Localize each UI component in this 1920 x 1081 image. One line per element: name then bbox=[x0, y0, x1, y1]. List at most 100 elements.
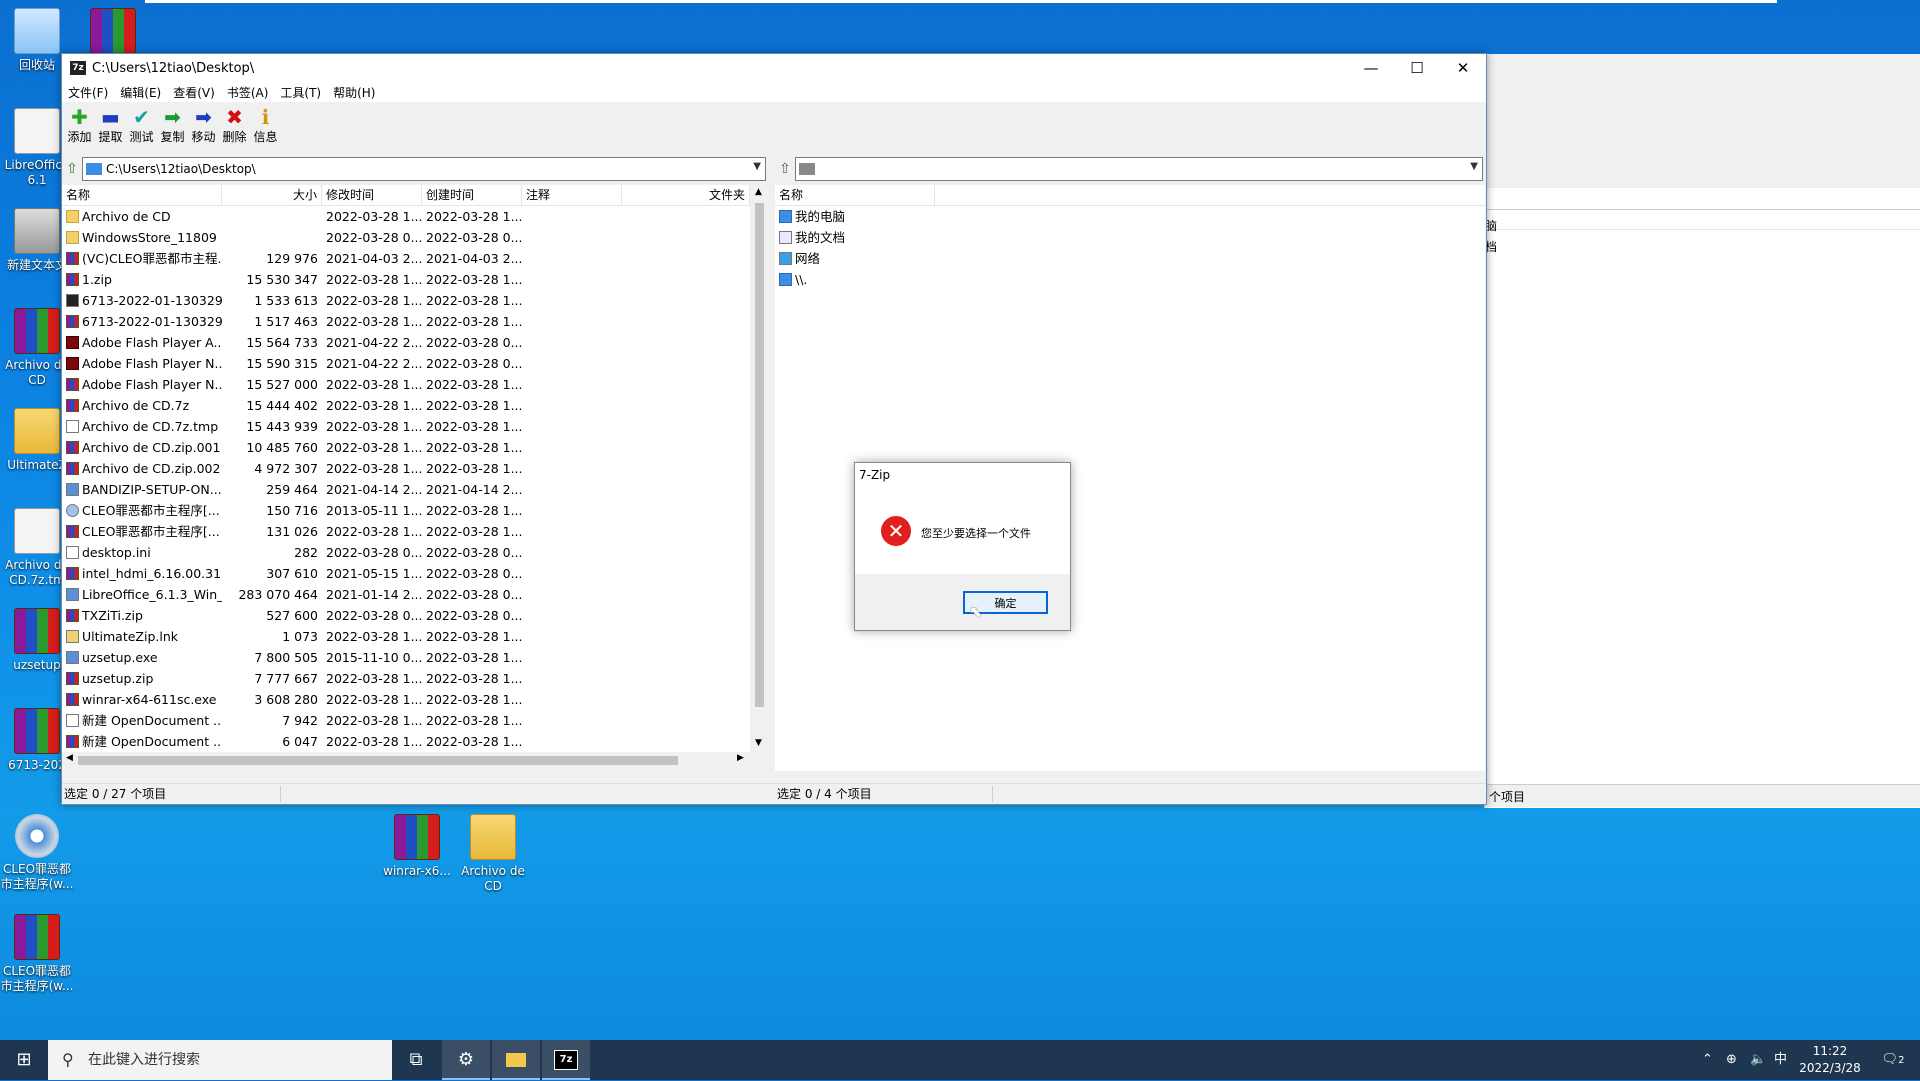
table-row[interactable]: winrar-x64-611sc.exe 3 608 280 2022-03-28 … bbox=[62, 689, 750, 710]
table-row[interactable]: (VC)CLEO罪恶都市主程... 129 976 2021-04-03 2... 2… bbox=[62, 248, 750, 269]
taskbar-search[interactable]: ⚲ 在此键入进行搜索 bbox=[48, 1040, 392, 1080]
menu-bookmarks[interactable]: 书签(A) bbox=[221, 84, 275, 101]
scroll-down-icon[interactable]: ▼ bbox=[755, 738, 762, 748]
desktop-icon[interactable] bbox=[76, 8, 150, 58]
scroll-right-icon[interactable]: ▶ bbox=[737, 753, 744, 763]
table-row[interactable]: uzsetup.exe 7 800 505 2015-11-10 0... 2022-… bbox=[62, 647, 750, 668]
up-folder-icon[interactable]: ⇧ bbox=[775, 158, 795, 180]
left-horizontal-scrollbar[interactable]: ◀ ▶ bbox=[62, 752, 751, 769]
table-row[interactable]: WindowsStore_11809 2022-03-28 0... 2022-03… bbox=[62, 227, 750, 248]
menu-file[interactable]: 文件(F) bbox=[62, 84, 114, 101]
toolbar-button-0[interactable]: ✚ 添加 bbox=[64, 102, 95, 145]
menu-edit[interactable]: 编辑(E) bbox=[114, 84, 167, 101]
cell-ctime: 2022-03-28 1... bbox=[426, 209, 522, 224]
toolbar-button-5[interactable]: ✖ 删除 bbox=[219, 102, 250, 145]
table-row[interactable]: 新建 OpenDocument ... 7 942 2022-03-28 1... 2… bbox=[62, 710, 750, 731]
scroll-thumb[interactable] bbox=[78, 756, 678, 765]
scroll-thumb[interactable] bbox=[755, 203, 764, 707]
column-comment[interactable]: 注释 bbox=[522, 185, 622, 205]
list-item[interactable]: \\. bbox=[775, 269, 1485, 290]
menu-view[interactable]: 查看(V) bbox=[167, 84, 221, 101]
toolbar-button-3[interactable]: ➡ 复制 bbox=[157, 102, 188, 145]
table-row[interactable]: Adobe Flash Player N... 15 590 315 2021-04… bbox=[62, 353, 750, 374]
cell-name: UltimateZip.lnk bbox=[62, 626, 222, 647]
column-folder[interactable]: 文件夹 bbox=[622, 185, 750, 205]
desktop-icon[interactable]: winrar-x6... bbox=[380, 814, 454, 879]
column-name[interactable]: 名称 bbox=[62, 185, 222, 205]
toolbar-button-4[interactable]: ➡ 移动 bbox=[188, 102, 219, 145]
table-row[interactable]: LibreOffice_6.1.3_Win_... 283 070 464 2021… bbox=[62, 584, 750, 605]
left-path-combobox[interactable]: C:\Users\12tiao\Desktop\ ▼ bbox=[82, 157, 766, 181]
toolbar-button-2[interactable]: ✔ 测试 bbox=[126, 102, 157, 145]
maximize-button[interactable]: ☐ bbox=[1394, 54, 1440, 82]
table-row[interactable]: TXZiTi.zip 527 600 2022-03-28 0... 2022-03-… bbox=[62, 605, 750, 626]
cell-mtime: 2022-03-28 1... bbox=[326, 734, 422, 749]
desktop-icon[interactable]: Archivo de CD bbox=[456, 814, 530, 894]
table-row[interactable]: intel_hdmi_6.16.00.31... 307 610 2021-05-1… bbox=[62, 563, 750, 584]
minimize-button[interactable]: — bbox=[1348, 54, 1394, 82]
scroll-up-icon[interactable]: ▲ bbox=[755, 187, 762, 197]
scroll-left-icon[interactable]: ◀ bbox=[66, 753, 73, 763]
chevron-up-icon[interactable]: ⌃ bbox=[1702, 1040, 1713, 1080]
toolbar-button-6[interactable]: ℹ 信息 bbox=[250, 102, 281, 145]
left-vertical-scrollbar[interactable]: ▲ ▼ bbox=[751, 185, 768, 752]
cell-ctime: 2022-03-28 1... bbox=[426, 671, 522, 686]
table-row[interactable]: 1.zip 15 530 347 2022-03-28 1... 2022-03-28… bbox=[62, 269, 750, 290]
system-clock[interactable]: 11:22 2022/3/28 bbox=[1790, 1043, 1870, 1077]
volume-icon[interactable]: 🔈 bbox=[1750, 1040, 1766, 1080]
table-row[interactable]: Archivo de CD.7z.tmp 15 443 939 2022-03-28… bbox=[62, 416, 750, 437]
right-path-combobox[interactable]: ▼ bbox=[795, 157, 1483, 181]
column-size[interactable]: 大小 bbox=[222, 185, 322, 205]
close-button[interactable]: ✕ bbox=[1440, 54, 1486, 82]
table-row[interactable]: CLEO罪恶都市主程序[... 131 026 2022-03-28 1... 202… bbox=[62, 521, 750, 542]
task-view-icon[interactable]: ⧉ bbox=[392, 1040, 440, 1080]
table-row[interactable]: Archivo de CD.zip.001 10 485 760 2022-03-2… bbox=[62, 437, 750, 458]
table-row[interactable]: Adobe Flash Player A... 15 564 733 2021-04… bbox=[62, 332, 750, 353]
table-row[interactable]: Archivo de CD.zip.002 4 972 307 2022-03-28… bbox=[62, 458, 750, 479]
list-item[interactable]: 网络 bbox=[775, 248, 1485, 269]
ime-indicator[interactable]: 中 bbox=[1774, 1040, 1787, 1080]
table-row[interactable]: Adobe Flash Player N... 15 527 000 2022-03… bbox=[62, 374, 750, 395]
table-row[interactable]: 6713-2022-01-130329... 1 517 463 2022-03-2… bbox=[62, 311, 750, 332]
column-modified[interactable]: 修改时间 bbox=[322, 185, 422, 205]
7zip-taskbar-icon[interactable]: 7z bbox=[542, 1040, 590, 1080]
table-row[interactable]: CLEO罪恶都市主程序[... 150 716 2013-05-11 1... 202… bbox=[62, 500, 750, 521]
up-folder-icon[interactable]: ⇧ bbox=[62, 158, 82, 180]
cell-size: 1 517 463 bbox=[254, 314, 318, 329]
table-row[interactable]: Archivo de CD.7z 15 444 402 2022-03-28 1..… bbox=[62, 395, 750, 416]
table-row[interactable]: BANDIZIP-SETUP-ON... 259 464 2021-04-14 2.… bbox=[62, 479, 750, 500]
title-bar[interactable]: 7z C:\Users\12tiao\Desktop\ — ☐ ✕ bbox=[62, 54, 1486, 82]
chevron-down-icon[interactable]: ▼ bbox=[753, 161, 761, 172]
menu-help[interactable]: 帮助(H) bbox=[327, 84, 381, 101]
network-icon[interactable]: ⊕ bbox=[1726, 1040, 1737, 1080]
desktop-icon[interactable]: CLEO罪恶都市主程序(w... bbox=[0, 914, 74, 994]
toolbar-button-1[interactable]: ▬ 提取 bbox=[95, 102, 126, 145]
table-row[interactable]: 6713-2022-01-130329... 1 533 613 2022-03-2… bbox=[62, 290, 750, 311]
notification-icon[interactable]: 🗨2 bbox=[1878, 1040, 1908, 1080]
settings-gear-icon[interactable]: ⚙ bbox=[442, 1040, 490, 1080]
cell-name: 6713-2022-01-130329... bbox=[62, 311, 222, 332]
cell-ctime: 2022-03-28 0... bbox=[426, 335, 522, 350]
background-window-header bbox=[1485, 209, 1920, 230]
list-item[interactable]: 我的文档 bbox=[775, 227, 1485, 248]
table-row[interactable]: 新建 OpenDocument ... 6 047 2022-03-28 1... 2… bbox=[62, 731, 750, 752]
table-row[interactable]: UltimateZip.lnk 1 073 2022-03-28 1... 2022-… bbox=[62, 626, 750, 647]
column-created[interactable]: 创建时间 bbox=[422, 185, 522, 205]
chevron-down-icon[interactable]: ▼ bbox=[1470, 161, 1478, 172]
menu-tools[interactable]: 工具(T) bbox=[274, 84, 327, 101]
table-row[interactable]: Archivo de CD 2022-03-28 1... 2022-03-28 1… bbox=[62, 206, 750, 227]
list-item[interactable]: 我的电脑 bbox=[775, 206, 1485, 227]
table-row[interactable]: desktop.ini 282 2022-03-28 0... 2022-03-28 … bbox=[62, 542, 750, 563]
table-row[interactable]: uzsetup.zip 7 777 667 2022-03-28 1... 2022-… bbox=[62, 668, 750, 689]
file-explorer-icon[interactable] bbox=[492, 1040, 540, 1080]
cd-file-icon bbox=[66, 504, 79, 517]
cell-mtime: 2021-01-14 2... bbox=[326, 587, 422, 602]
cell-name: Adobe Flash Player N... bbox=[62, 374, 222, 395]
cell-ctime: 2022-03-28 1... bbox=[426, 650, 522, 665]
left-file-list[interactable]: Archivo de CD 2022-03-28 1... 2022-03-28 1… bbox=[62, 206, 750, 752]
column-name[interactable]: 名称 bbox=[775, 185, 935, 205]
start-button[interactable]: ⊞ bbox=[0, 1040, 48, 1080]
cell-name: winrar-x64-611sc.exe bbox=[62, 689, 222, 710]
folder-file-icon bbox=[66, 210, 79, 223]
desktop-icon[interactable]: CLEO罪恶都市主程序(w... bbox=[0, 814, 74, 892]
